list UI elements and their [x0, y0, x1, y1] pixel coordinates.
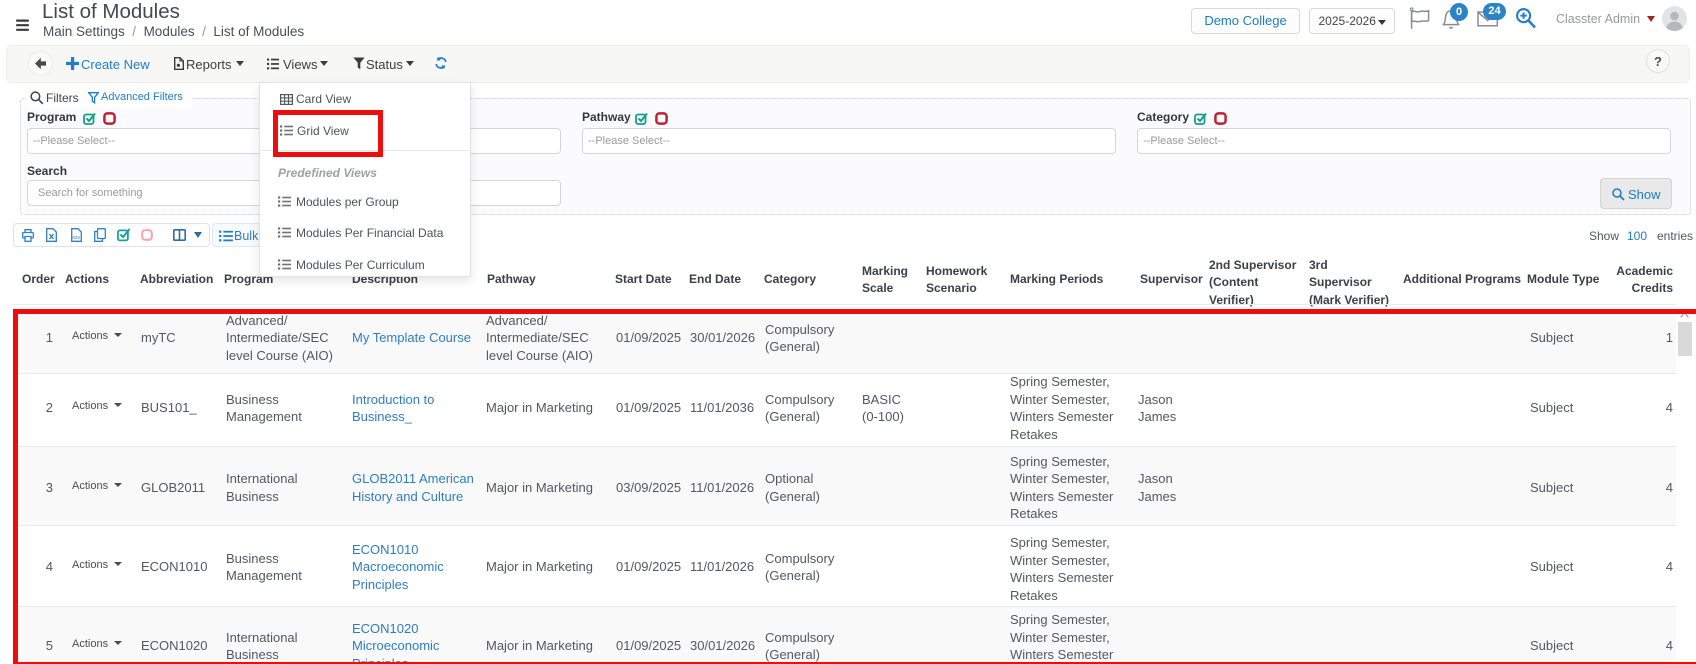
svg-text:csv: csv — [73, 235, 81, 241]
